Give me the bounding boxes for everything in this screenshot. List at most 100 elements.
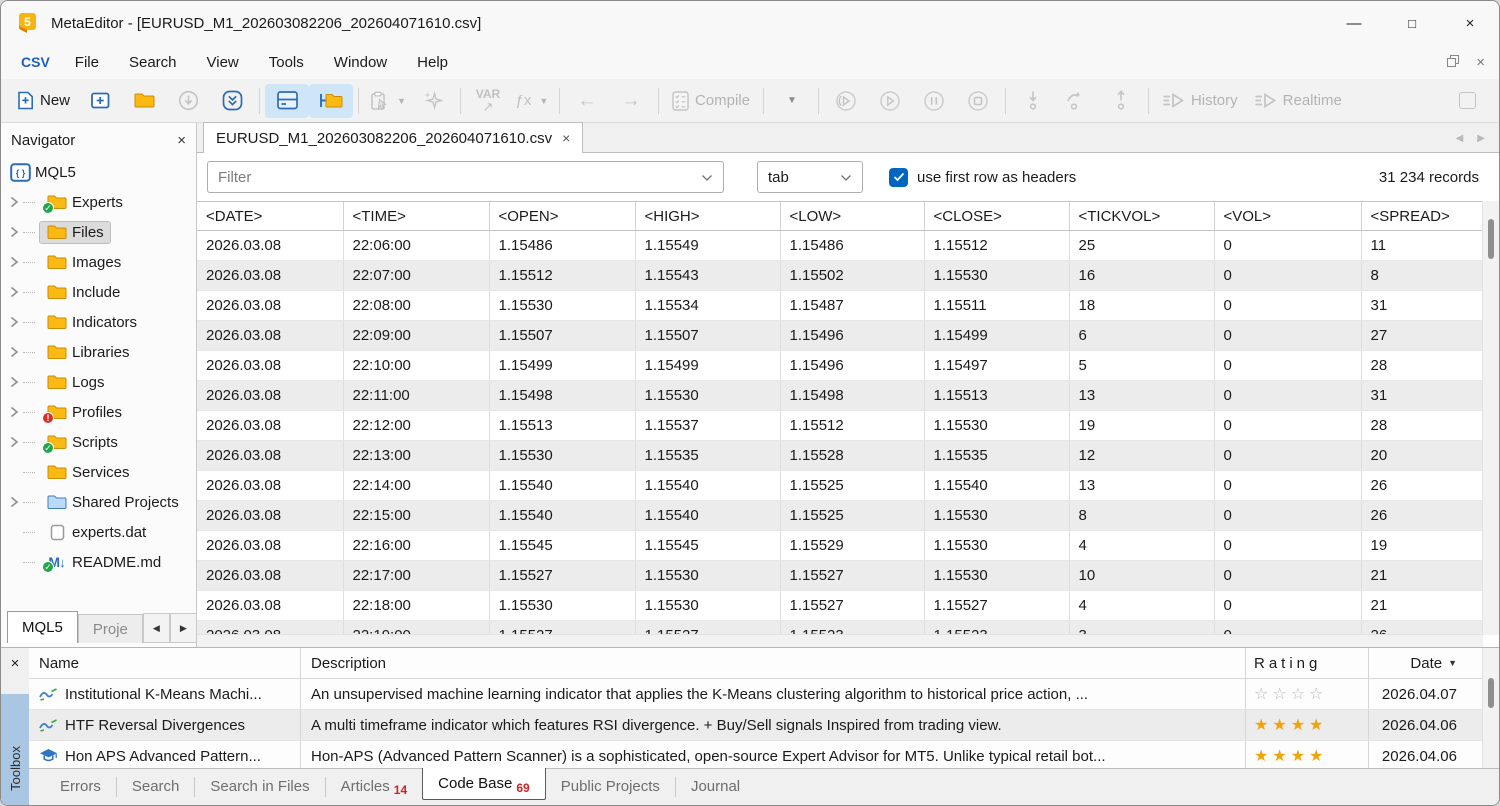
debug-restart-button[interactable] <box>824 84 868 118</box>
debug-pause-button[interactable] <box>912 84 956 118</box>
open-file-button[interactable] <box>122 84 166 118</box>
column-header-name[interactable]: Name <box>29 648 301 678</box>
delimiter-select[interactable]: tab <box>757 161 863 193</box>
toggle-navigator-button[interactable] <box>309 84 353 118</box>
step-over-button[interactable] <box>1055 84 1099 118</box>
navigator-tab-projects[interactable]: Proje <box>78 614 143 643</box>
navigator-item-services[interactable]: Services <box>1 457 196 487</box>
expand-chevron-icon[interactable] <box>6 436 23 448</box>
expand-chevron-icon[interactable] <box>6 286 23 298</box>
csv-row[interactable]: 2026.03.0822:19:001.155271.155271.155231… <box>197 621 1483 636</box>
close-button[interactable]: × <box>1441 1 1499 45</box>
toolbox-tab-errors[interactable]: Errors <box>45 769 116 803</box>
navigator-root-mql5[interactable]: { }MQL5 <box>1 157 196 187</box>
toolbox-close-icon[interactable]: × <box>1 650 29 676</box>
expand-chevron-icon[interactable] <box>6 256 23 268</box>
tabs-prev-button[interactable]: ◀ <box>1456 133 1464 144</box>
navigator-item-indicators[interactable]: Indicators <box>1 307 196 337</box>
toolbox-scrollbar[interactable] <box>1482 648 1499 769</box>
functions-button[interactable]: ƒx ▼ <box>510 84 554 118</box>
toolbox-tab-public-projects[interactable]: Public Projects <box>546 769 675 803</box>
navigator-item-shared-projects[interactable]: Shared Projects <box>1 487 196 517</box>
menu-file[interactable]: File <box>60 45 114 79</box>
toolbox-tab-code-base[interactable]: Code Base69 <box>422 768 546 800</box>
csv-row[interactable]: 2026.03.0822:18:001.155301.155301.155271… <box>197 591 1483 621</box>
mdi-restore-button[interactable] <box>1447 53 1458 71</box>
navigator-close-icon[interactable]: × <box>177 132 186 149</box>
menu-window[interactable]: Window <box>319 45 402 79</box>
expand-chevron-icon[interactable] <box>6 376 23 388</box>
column-header-rating[interactable]: Rating <box>1246 648 1369 678</box>
csv-row[interactable]: 2026.03.0822:06:001.154861.155491.154861… <box>197 231 1483 261</box>
minimize-button[interactable]: — <box>1325 1 1383 45</box>
csv-row[interactable]: 2026.03.0822:10:001.154991.154991.154961… <box>197 351 1483 381</box>
filter-input[interactable]: Filter <box>207 161 724 193</box>
navigator-item-logs[interactable]: Logs <box>1 367 196 397</box>
first-row-headers-checkbox[interactable] <box>889 168 908 187</box>
csv-row[interactable]: 2026.03.0822:12:001.155131.155371.155121… <box>197 411 1483 441</box>
navigate-back-button[interactable]: ← <box>565 84 609 118</box>
menu-search[interactable]: Search <box>114 45 192 79</box>
csv-row[interactable]: 2026.03.0822:14:001.155401.155401.155251… <box>197 471 1483 501</box>
compile-button[interactable]: Compile <box>664 84 758 118</box>
save-all-button[interactable] <box>210 84 254 118</box>
table-scrollbar-thumb[interactable] <box>1488 219 1494 259</box>
toggle-layout-button[interactable] <box>265 84 309 118</box>
navigator-tabs-next-button[interactable]: ▶ <box>170 613 197 643</box>
expand-chevron-icon[interactable] <box>6 496 23 508</box>
navigator-item-images[interactable]: Images <box>1 247 196 277</box>
csv-column-header[interactable]: <TIME> <box>343 202 489 231</box>
expand-chevron-icon[interactable] <box>6 406 23 418</box>
column-header-description[interactable]: Description <box>301 648 1246 678</box>
tabs-next-button[interactable]: ▶ <box>1477 133 1485 144</box>
csv-column-header[interactable]: <SPREAD> <box>1361 202 1483 231</box>
csv-row[interactable]: 2026.03.0822:17:001.155271.155301.155271… <box>197 561 1483 591</box>
navigate-forward-button[interactable]: → <box>609 84 653 118</box>
csv-column-header[interactable]: <TICKVOL> <box>1069 202 1214 231</box>
navigator-item-experts-dat[interactable]: experts.dat <box>1 517 196 547</box>
csv-row[interactable]: 2026.03.0822:08:001.155301.155341.154871… <box>197 291 1483 321</box>
expand-chevron-icon[interactable] <box>6 316 23 328</box>
expand-chevron-icon[interactable] <box>6 346 23 358</box>
csv-row[interactable]: 2026.03.0822:07:001.155121.155431.155021… <box>197 261 1483 291</box>
expand-chevron-icon[interactable] <box>6 226 23 238</box>
table-scrollbar[interactable] <box>1482 201 1499 635</box>
navigator-item-scripts[interactable]: ✓Scripts <box>1 427 196 457</box>
navigator-tab-mql5[interactable]: MQL5 <box>7 611 78 643</box>
csv-row[interactable]: 2026.03.0822:11:001.154981.155301.154981… <box>197 381 1483 411</box>
new-file-button[interactable]: New <box>9 84 78 118</box>
panel-toggle-button[interactable] <box>1445 84 1489 118</box>
csv-row[interactable]: 2026.03.0822:09:001.155071.155071.154961… <box>197 321 1483 351</box>
menu-view[interactable]: View <box>192 45 254 79</box>
toolbox-scrollbar-thumb[interactable] <box>1488 678 1494 708</box>
save-button[interactable] <box>166 84 210 118</box>
navigator-item-profiles[interactable]: !Profiles <box>1 397 196 427</box>
csv-column-header[interactable]: <DATE> <box>197 202 343 231</box>
navigator-tabs-prev-button[interactable]: ◀ <box>143 613 170 643</box>
csv-column-header[interactable]: <VOL> <box>1214 202 1361 231</box>
csv-column-header[interactable]: <HIGH> <box>635 202 780 231</box>
new-window-button[interactable] <box>78 84 122 118</box>
navigator-item-libraries[interactable]: Libraries <box>1 337 196 367</box>
menu-help[interactable]: Help <box>402 45 463 79</box>
expand-chevron-icon[interactable] <box>6 196 23 208</box>
step-out-button[interactable] <box>1099 84 1143 118</box>
csv-row[interactable]: 2026.03.0822:15:001.155401.155401.155251… <box>197 501 1483 531</box>
csv-column-header[interactable]: <LOW> <box>780 202 924 231</box>
ai-assistant-button[interactable] <box>411 84 455 118</box>
compile-options-button[interactable]: ▼ <box>769 84 813 118</box>
navigator-item-readme-md[interactable]: M↓✓README.md <box>1 547 196 577</box>
tab-close-icon[interactable]: × <box>562 130 570 146</box>
navigator-item-experts[interactable]: ✓Experts <box>1 187 196 217</box>
mdi-close-button[interactable]: × <box>1476 54 1485 71</box>
toolbox-tab-search-in-files[interactable]: Search in Files <box>195 769 324 803</box>
menu-csv[interactable]: CSV <box>9 45 60 79</box>
toolbox-tab-articles[interactable]: Articles14 <box>326 769 423 803</box>
realtime-button[interactable]: Realtime <box>1246 84 1350 118</box>
navigator-item-include[interactable]: Include <box>1 277 196 307</box>
navigator-item-files[interactable]: Files <box>1 217 196 247</box>
step-into-button[interactable] <box>1011 84 1055 118</box>
codebase-row-htf-reversal-divergences[interactable]: HTF Reversal DivergencesA multi timefram… <box>29 710 1499 741</box>
maximize-button[interactable]: □ <box>1383 1 1441 45</box>
debug-start-button[interactable] <box>868 84 912 118</box>
